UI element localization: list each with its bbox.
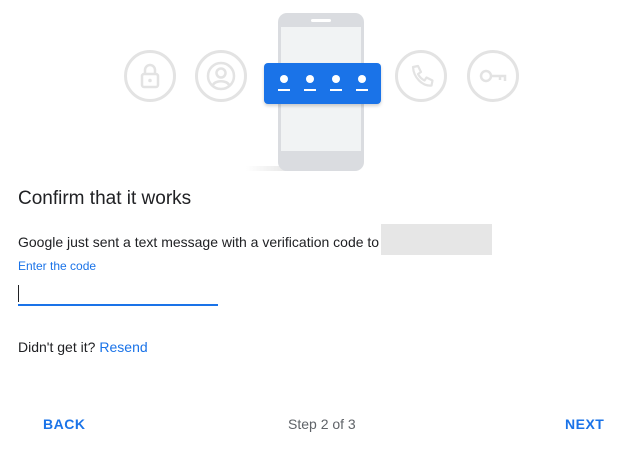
code-dash — [356, 89, 368, 91]
step-indicator: Step 2 of 3 — [288, 416, 356, 432]
code-dot — [280, 75, 288, 83]
next-button[interactable]: NEXT — [565, 416, 604, 432]
lock-icon — [124, 50, 176, 102]
verification-code-input[interactable] — [18, 282, 218, 306]
code-card — [264, 63, 381, 104]
key-icon — [467, 50, 519, 102]
back-button[interactable]: BACK — [43, 416, 85, 432]
redacted-phone-number — [381, 224, 493, 255]
code-dot — [306, 75, 314, 83]
verification-message-text: Google just sent a text message with a v… — [18, 234, 380, 251]
code-dash — [330, 89, 342, 91]
resend-row: Didn't get it? Resend — [18, 339, 148, 355]
phone-speaker — [311, 19, 331, 22]
code-dash — [304, 89, 316, 91]
code-field-label: Enter the code — [18, 259, 97, 273]
code-dot — [358, 75, 366, 83]
resend-prompt: Didn't get it? — [18, 339, 96, 355]
verification-message: Google just sent a text message with a v… — [18, 224, 493, 255]
resend-link[interactable]: Resend — [99, 339, 147, 355]
account-icon — [195, 50, 247, 102]
text-caret — [18, 285, 19, 302]
code-dot — [332, 75, 340, 83]
code-dash — [278, 89, 290, 91]
phone-call-icon — [395, 50, 447, 102]
page-title: Confirm that it works — [18, 188, 192, 209]
verification-illustration — [0, 0, 644, 180]
